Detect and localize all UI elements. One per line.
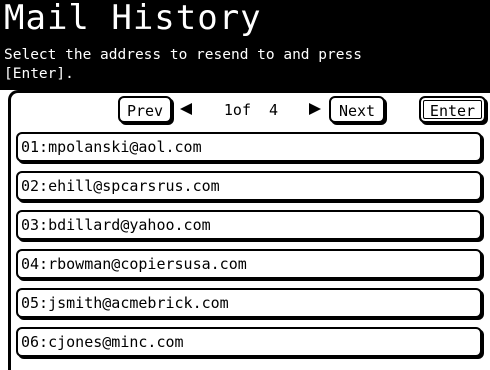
- address-item-04[interactable]: 04:rbowman@copiersusa.com: [16, 249, 482, 279]
- address-item-06[interactable]: 06:cjones@minc.com: [16, 327, 482, 357]
- arrow-left-icon: [180, 103, 192, 115]
- prev-button[interactable]: Prev: [118, 96, 172, 123]
- enter-button[interactable]: Enter: [419, 96, 486, 123]
- address-item-05[interactable]: 05:jsmith@acmebrick.com: [16, 288, 482, 318]
- next-button[interactable]: Next: [329, 96, 385, 123]
- address-item-01[interactable]: 01:mpolanski@aol.com: [16, 132, 482, 162]
- address-item-03[interactable]: 03:bdillard@yahoo.com: [16, 210, 482, 240]
- arrow-right-icon: [309, 103, 321, 115]
- header-bar: Mail History Select the address to resen…: [0, 0, 490, 90]
- page-indicator: 1of 4: [223, 101, 279, 119]
- address-item-02[interactable]: 02:ehill@spcarsrus.com: [16, 171, 482, 201]
- instruction-text: Select the address to resend to and pres…: [4, 47, 362, 82]
- mail-history-screen: Mail History Select the address to resen…: [0, 0, 490, 370]
- page-title: Mail History: [4, 0, 262, 38]
